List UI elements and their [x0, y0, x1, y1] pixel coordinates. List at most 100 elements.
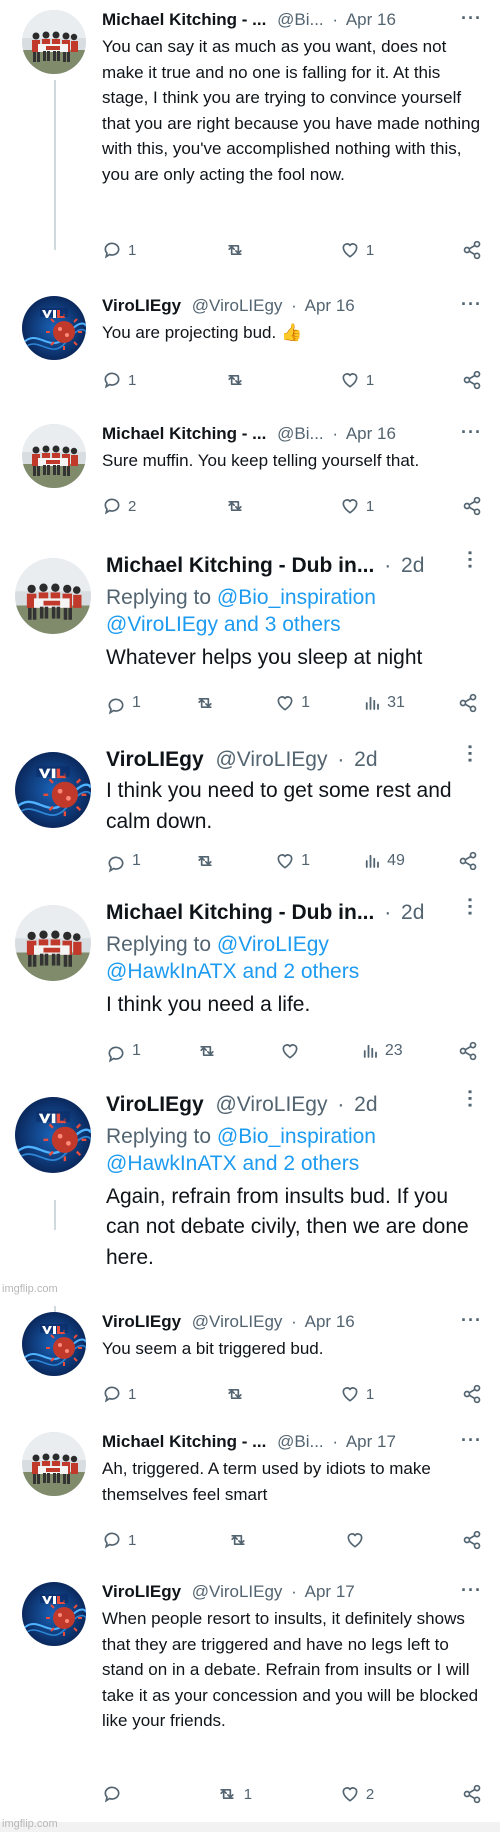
reply-button[interactable]: [102, 1784, 128, 1804]
retweet-icon: [224, 1384, 246, 1404]
more-icon[interactable]: ···: [457, 550, 480, 570]
timestamp[interactable]: 2d: [354, 748, 377, 771]
avatar[interactable]: [15, 558, 91, 634]
author-handle[interactable]: @ViroLIEgy: [192, 1582, 283, 1601]
author-name[interactable]: Michael Kitching - ...: [102, 1432, 266, 1451]
share-button[interactable]: [462, 370, 482, 390]
author-handle[interactable]: @Bi...: [277, 424, 324, 443]
retweet-button[interactable]: [194, 693, 222, 713]
share-button[interactable]: [462, 496, 482, 516]
like-button[interactable]: 1: [340, 240, 374, 260]
reply-mention-link[interactable]: @Bio_inspiration: [217, 586, 376, 609]
reply-button[interactable]: 2: [102, 496, 136, 516]
share-button[interactable]: [458, 693, 478, 713]
avatar[interactable]: [22, 296, 86, 360]
author-handle[interactable]: @ViroLIEgy: [215, 1093, 327, 1116]
author-handle[interactable]: @ViroLIEgy: [215, 748, 327, 771]
timestamp[interactable]: Apr 16: [305, 1312, 355, 1331]
author-name[interactable]: Michael Kitching - Dub in...: [106, 901, 374, 924]
author-handle[interactable]: @Bi...: [277, 10, 324, 29]
reply-button[interactable]: 1: [106, 690, 141, 716]
share-button[interactable]: [458, 1041, 478, 1061]
retweet-button[interactable]: [224, 370, 252, 390]
retweet-button[interactable]: 1: [216, 1784, 252, 1804]
reply-button[interactable]: 1: [102, 240, 136, 260]
reply-button[interactable]: 1: [102, 370, 136, 390]
avatar[interactable]: [15, 905, 91, 981]
reply-others-link[interactable]: @ViroLIEgy and 3 others: [106, 613, 341, 636]
avatar[interactable]: [22, 1432, 86, 1496]
timestamp[interactable]: Apr 16: [305, 296, 355, 315]
author-name[interactable]: ViroLIEgy: [102, 1312, 181, 1331]
timestamp[interactable]: Apr 16: [346, 10, 396, 29]
more-icon[interactable]: ···: [457, 1089, 480, 1109]
tweet-text: Whatever helps you sleep at night: [106, 645, 423, 669]
avatar[interactable]: [22, 1312, 86, 1376]
author-handle[interactable]: @ViroLIEgy: [192, 1312, 283, 1331]
reply-others-link[interactable]: @HawkInATX and 2 others: [106, 960, 359, 983]
retweet-button[interactable]: [194, 851, 222, 871]
like-button[interactable]: 1: [275, 693, 310, 713]
views-button[interactable]: 31: [363, 694, 405, 712]
like-button[interactable]: 1: [275, 851, 310, 871]
retweet-button[interactable]: [224, 1384, 252, 1404]
more-icon[interactable]: ···: [461, 8, 482, 29]
timestamp[interactable]: Apr 17: [305, 1582, 355, 1601]
retweet-button[interactable]: [224, 496, 252, 516]
timestamp[interactable]: 2d: [401, 554, 424, 577]
separator: ·: [337, 748, 345, 771]
like-button[interactable]: 1: [340, 1384, 374, 1404]
reply-others-link[interactable]: @HawkInATX and 2 others: [106, 1152, 359, 1175]
like-button[interactable]: 1: [340, 370, 374, 390]
avatar[interactable]: [15, 752, 91, 828]
more-icon[interactable]: ···: [457, 897, 480, 917]
reply-button[interactable]: 1: [106, 1038, 141, 1064]
author-name[interactable]: ViroLIEgy: [106, 1093, 204, 1116]
retweet-icon: [216, 1784, 238, 1804]
like-button[interactable]: 2: [340, 1784, 374, 1804]
share-button[interactable]: [462, 1530, 482, 1550]
author-handle[interactable]: @ViroLIEgy: [192, 296, 283, 315]
retweet-button[interactable]: [224, 240, 252, 260]
avatar[interactable]: [15, 1097, 91, 1173]
reply-button[interactable]: 1: [106, 848, 141, 874]
views-button[interactable]: 49: [363, 852, 405, 870]
author-name[interactable]: Michael Kitching - ...: [102, 424, 266, 443]
share-button[interactable]: [462, 1384, 482, 1404]
more-icon[interactable]: ···: [461, 1580, 482, 1601]
timestamp[interactable]: 2d: [401, 901, 424, 924]
avatar[interactable]: [22, 1582, 86, 1646]
more-icon[interactable]: ···: [461, 1310, 482, 1331]
reply-mention-link[interactable]: @Bio_inspiration: [217, 1125, 376, 1148]
reply-button[interactable]: 1: [102, 1384, 136, 1404]
author-name[interactable]: ViroLIEgy: [102, 1582, 181, 1601]
tweet-header: ViroLIEgy @ViroLIEgy · Apr 16: [102, 1312, 482, 1332]
retweet-button[interactable]: [196, 1041, 224, 1061]
more-icon[interactable]: ···: [461, 422, 482, 443]
views-button[interactable]: 23: [361, 1042, 403, 1060]
share-button[interactable]: [462, 1784, 482, 1804]
avatar[interactable]: [22, 10, 86, 74]
timestamp[interactable]: 2d: [354, 1093, 377, 1116]
author-name[interactable]: Michael Kitching - ...: [102, 10, 266, 29]
author-name[interactable]: ViroLIEgy: [106, 748, 204, 771]
heart-icon: [340, 496, 360, 516]
more-icon[interactable]: ···: [457, 744, 480, 764]
share-button[interactable]: [458, 851, 478, 871]
more-icon[interactable]: ···: [461, 294, 482, 315]
like-button[interactable]: [345, 1530, 371, 1550]
like-button[interactable]: 1: [340, 496, 374, 516]
avatar[interactable]: [22, 424, 86, 488]
like-button[interactable]: [280, 1041, 306, 1061]
timestamp[interactable]: Apr 16: [346, 424, 396, 443]
author-name[interactable]: ViroLIEgy: [102, 296, 181, 315]
author-name[interactable]: Michael Kitching - Dub in...: [106, 554, 374, 577]
share-button[interactable]: [462, 240, 482, 260]
timestamp[interactable]: Apr 17: [346, 1432, 396, 1451]
like-count: 1: [301, 694, 310, 711]
reply-mention-link[interactable]: @ViroLIEgy: [217, 933, 329, 956]
more-icon[interactable]: ···: [461, 1430, 482, 1451]
reply-button[interactable]: 1: [102, 1530, 136, 1550]
retweet-button[interactable]: [227, 1530, 255, 1550]
author-handle[interactable]: @Bi...: [277, 1432, 324, 1451]
